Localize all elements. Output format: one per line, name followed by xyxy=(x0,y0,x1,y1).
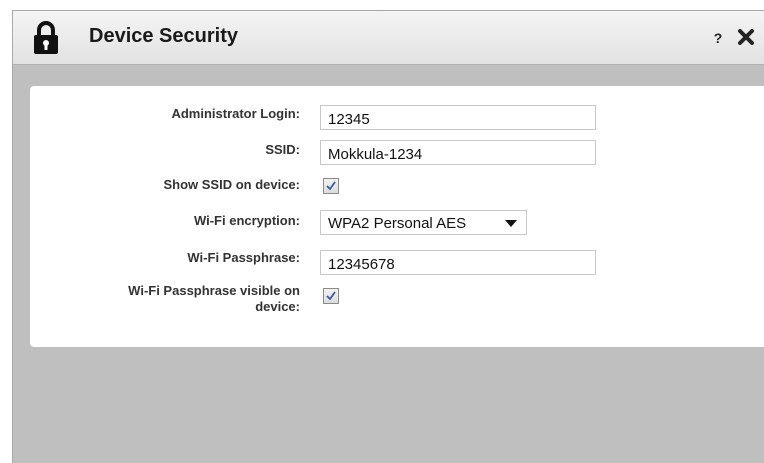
encryption-select[interactable]: WPA2 Personal AES xyxy=(320,210,527,235)
close-icon[interactable] xyxy=(736,26,756,48)
encryption-label: Wi-Fi encryption: xyxy=(193,213,300,228)
device-security-dialog: Device Security ? Administrator Login: 1… xyxy=(12,10,764,463)
help-button[interactable]: ? xyxy=(710,28,726,48)
ssid-field[interactable]: Mokkula-1234 xyxy=(320,140,596,165)
admin-login-field[interactable]: 12345 xyxy=(320,105,596,130)
chevron-down-icon xyxy=(505,220,517,227)
show-ssid-checkbox[interactable] xyxy=(323,178,339,194)
checkmark-icon xyxy=(326,291,336,301)
admin-login-label: Administrator Login: xyxy=(171,106,300,121)
passphrase-field[interactable]: 12345678 xyxy=(320,250,596,275)
lock-icon xyxy=(34,21,58,54)
passphrase-label: Wi-Fi Passphrase: xyxy=(187,250,300,265)
checkmark-icon xyxy=(326,181,336,191)
settings-panel: Administrator Login: 12345 SSID: Mokkula… xyxy=(30,86,764,347)
passphrase-visible-label-line1: Wi-Fi Passphrase visible on xyxy=(128,283,300,298)
passphrase-visible-label: Wi-Fi Passphrase visible on device: xyxy=(30,283,300,315)
encryption-select-value: WPA2 Personal AES xyxy=(328,215,467,232)
dialog-title: Device Security xyxy=(89,25,238,47)
show-ssid-label: Show SSID on device: xyxy=(163,177,300,192)
dialog-titlebar: Device Security ? xyxy=(13,11,764,65)
passphrase-visible-checkbox[interactable] xyxy=(323,288,339,304)
ssid-label: SSID: xyxy=(265,142,300,157)
passphrase-visible-label-line2: device: xyxy=(255,299,300,314)
